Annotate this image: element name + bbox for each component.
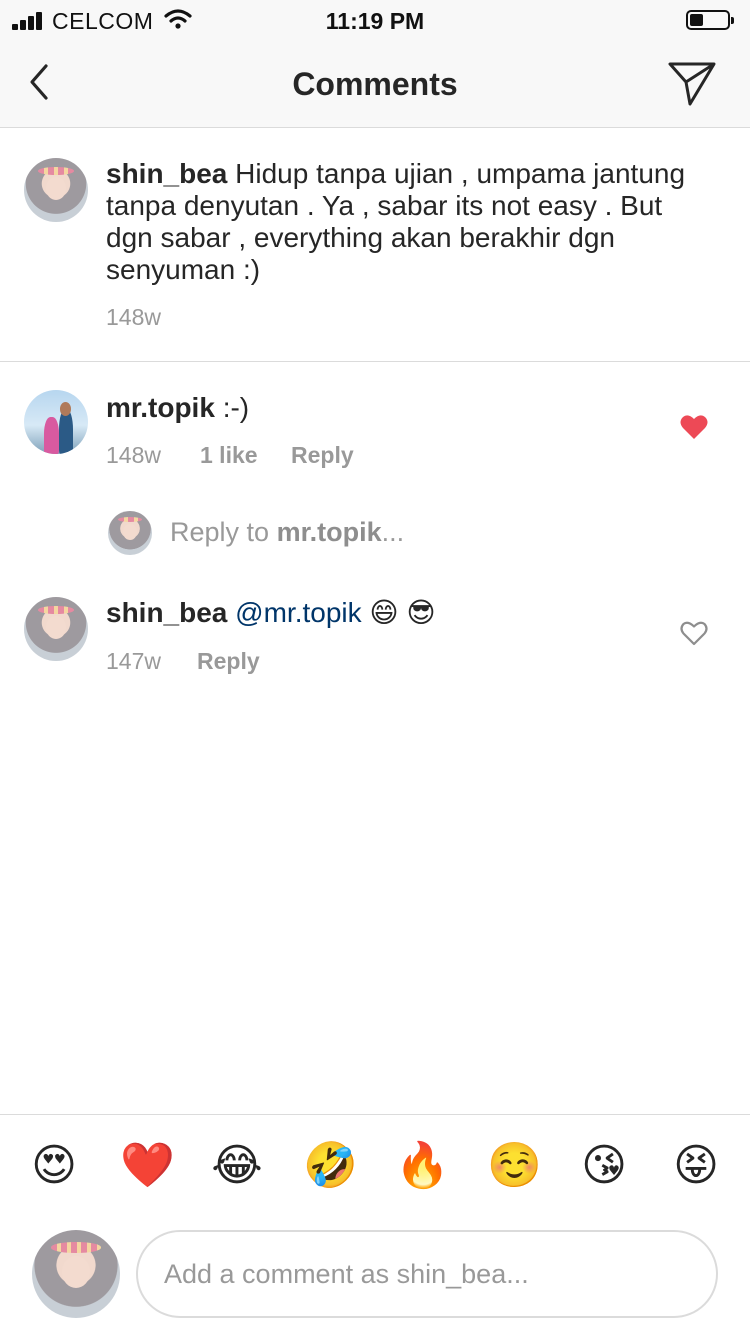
paper-plane-icon[interactable] (666, 58, 718, 108)
emoji-smiling[interactable]: ☺️ (487, 1140, 542, 1192)
status-bar: CELCOM 11:19 PM (0, 0, 750, 40)
comment-text: shin_bea @mr.topik 😄 😎 (106, 597, 436, 629)
mention-link[interactable]: @mr.topik (235, 597, 361, 628)
avatar-shin-bea[interactable] (24, 597, 88, 661)
comment-username[interactable]: mr.topik (106, 392, 215, 423)
emoji-heart-eyes[interactable]: 😍 (28, 1140, 80, 1192)
battery-level (690, 14, 703, 26)
emoji-rolling-laughing[interactable]: 🤣 (303, 1140, 358, 1192)
comment-body: 😄 😎 (361, 597, 436, 628)
status-time: 11:19 PM (325, 8, 425, 34)
emoji-kissing-heart[interactable]: 😘 (578, 1140, 630, 1192)
emoji-fire[interactable]: 🔥 (395, 1140, 450, 1192)
divider (0, 1114, 750, 1115)
avatar-shin-bea (108, 511, 152, 555)
caption-text: shin_bea Hidup tanpa ujian , umpama jant… (106, 158, 716, 286)
comment-body: :-) (214, 392, 250, 423)
nav-bar: Comments (0, 40, 750, 128)
avatar-mr-topik[interactable] (24, 390, 88, 454)
heart-filled-icon[interactable] (680, 414, 708, 440)
caption-time: 148w (106, 304, 161, 330)
comment-text: mr.topik :-) (106, 392, 249, 424)
reply-button[interactable]: Reply (291, 442, 354, 469)
avatar-shin-bea[interactable] (24, 158, 88, 222)
heart-outline-icon[interactable] (680, 620, 708, 646)
comment-time: 148w (106, 442, 161, 468)
page-title: Comments (292, 66, 458, 102)
emoji-squinting-tongue[interactable]: 😝 (670, 1140, 722, 1192)
avatar-current-user (32, 1230, 120, 1318)
reply-to-prompt[interactable]: Reply to mr.topik... (170, 517, 404, 548)
comments-screen: CELCOM 11:19 PM Comments shin_bea Hidup … (0, 0, 750, 1334)
battery-icon (686, 10, 734, 30)
reply-button[interactable]: Reply (197, 648, 260, 675)
divider (0, 361, 750, 362)
comment-username[interactable]: shin_bea (106, 597, 227, 628)
comment-input[interactable] (136, 1230, 718, 1318)
caption-username[interactable]: shin_bea (106, 158, 227, 189)
emoji-red-heart[interactable]: ❤️ (120, 1140, 175, 1192)
emoji-tears-of-joy[interactable]: 😂 (211, 1140, 263, 1192)
likes-count[interactable]: 1 like (200, 442, 258, 469)
comment-time: 147w (106, 648, 161, 674)
